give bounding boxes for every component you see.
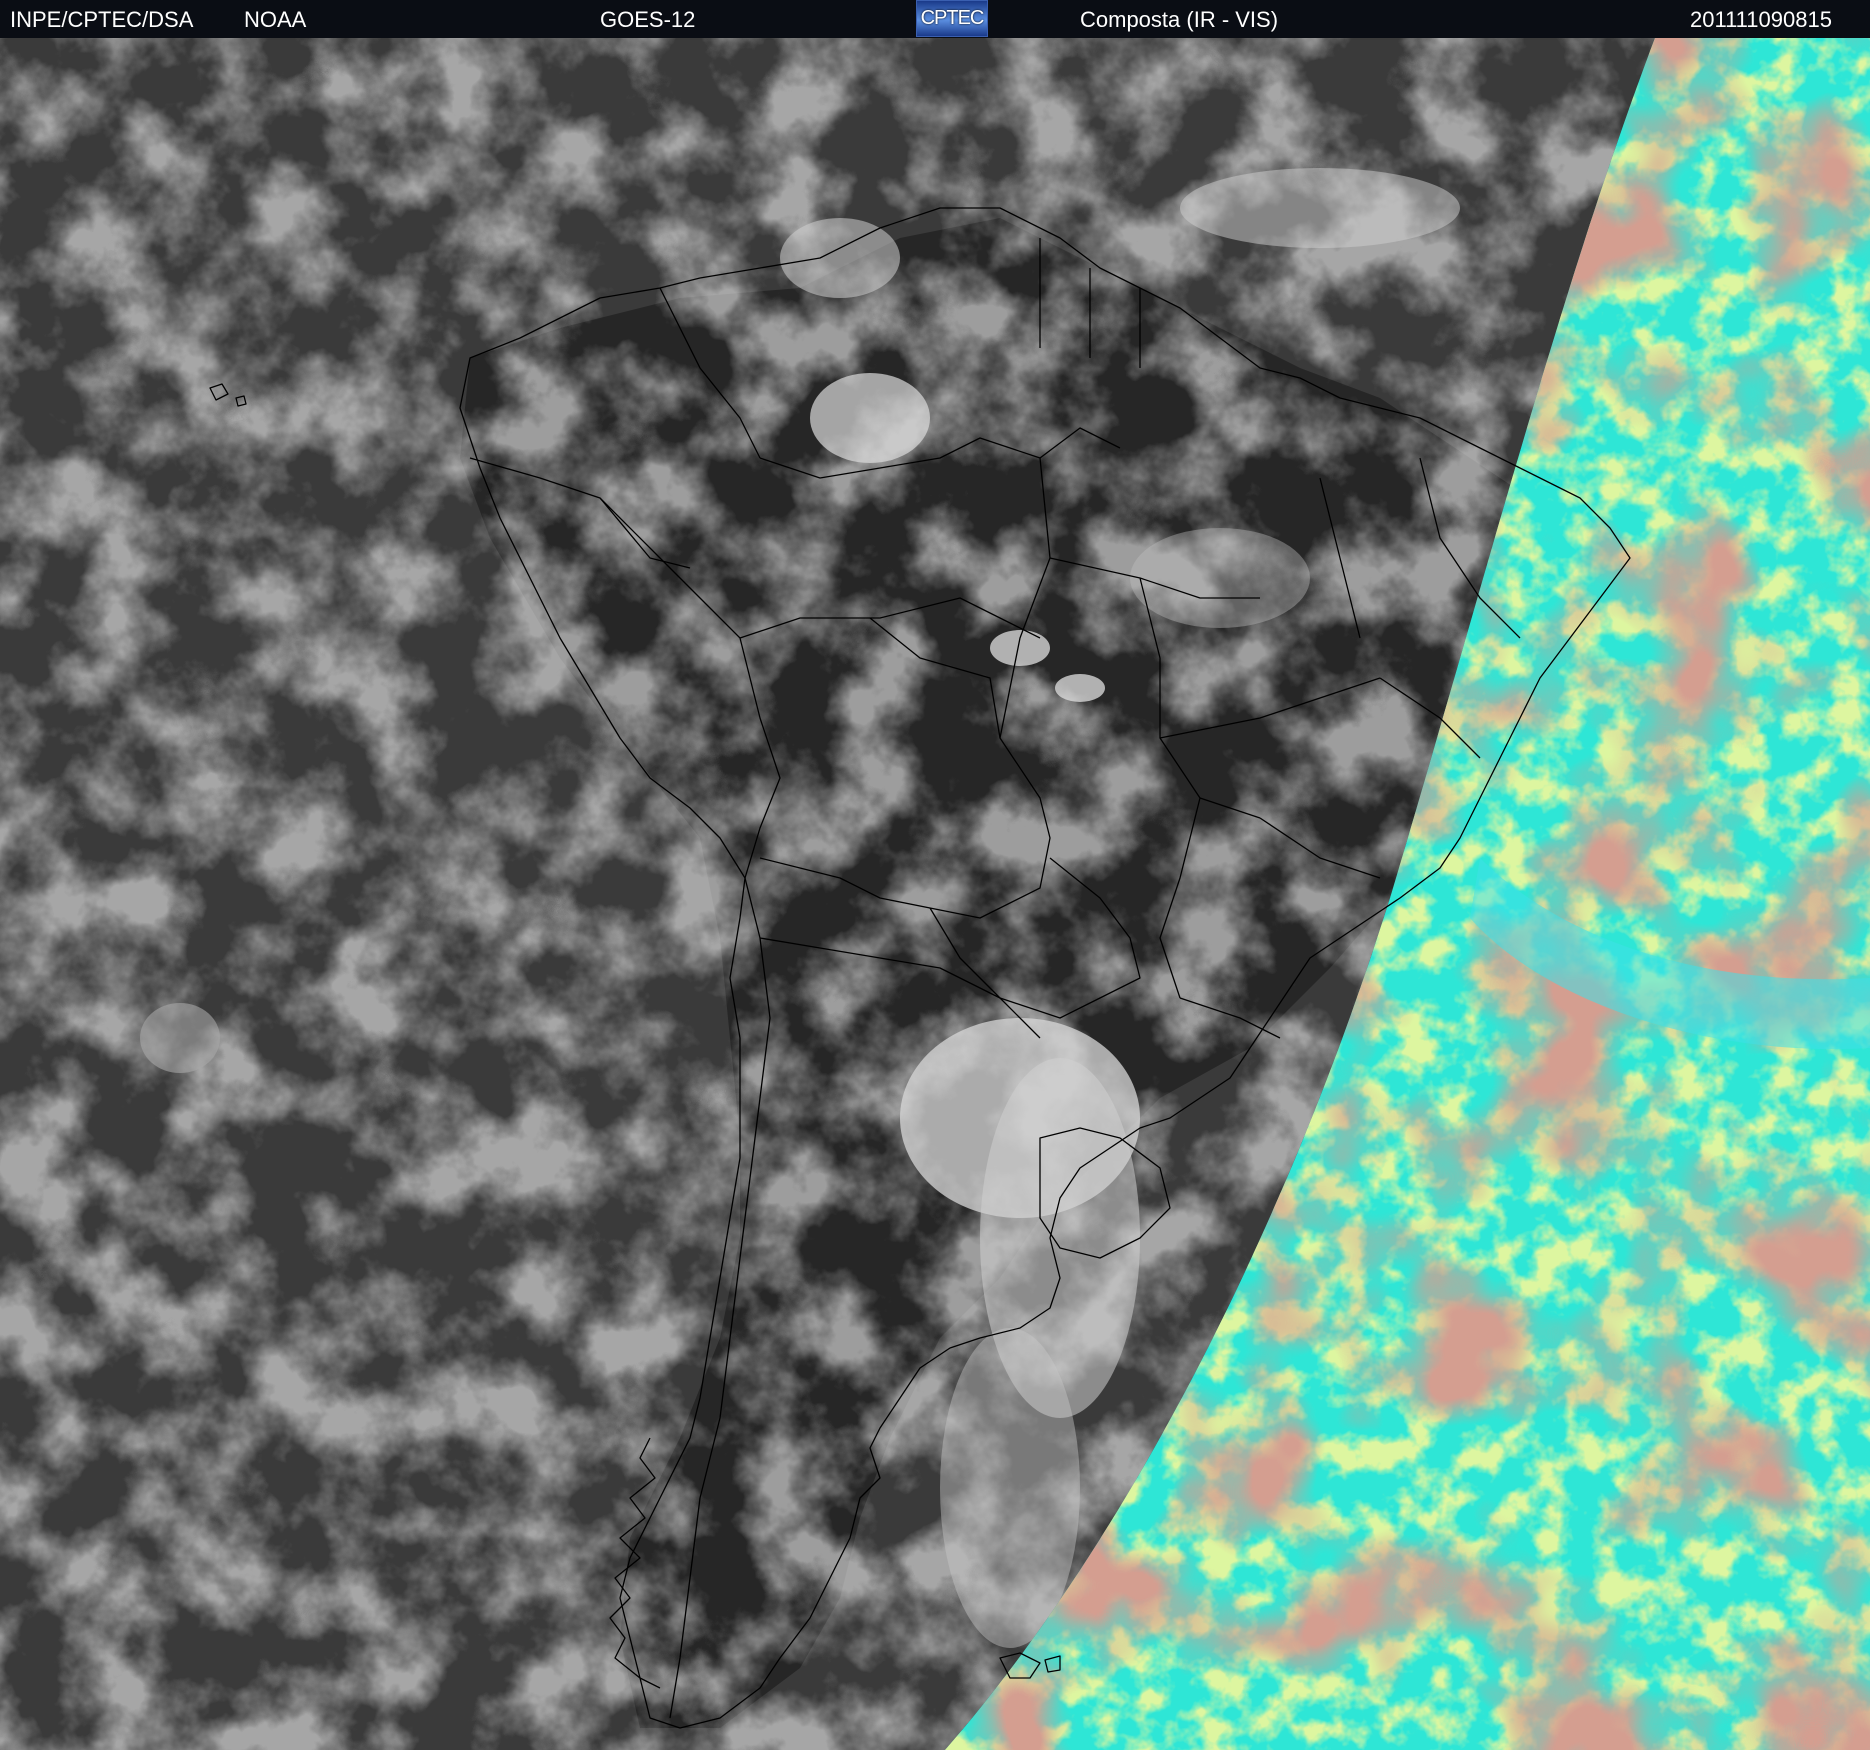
- satellite-composite-image: [0, 38, 1870, 1750]
- logo-text: CPTEC: [920, 7, 985, 29]
- cptec-logo: CPTEC: [916, 0, 988, 37]
- agency-label: NOAA: [244, 7, 307, 32]
- organization-label: INPE/CPTEC/DSA: [10, 7, 194, 32]
- timestamp-label: 201111090815: [1690, 7, 1832, 32]
- product-label: Composta (IR - VIS): [1080, 7, 1279, 32]
- image-header: INPE/CPTEC/DSA NOAA GOES-12 CPTEC Compos…: [0, 0, 1870, 39]
- satellite-label: GOES-12: [600, 7, 696, 32]
